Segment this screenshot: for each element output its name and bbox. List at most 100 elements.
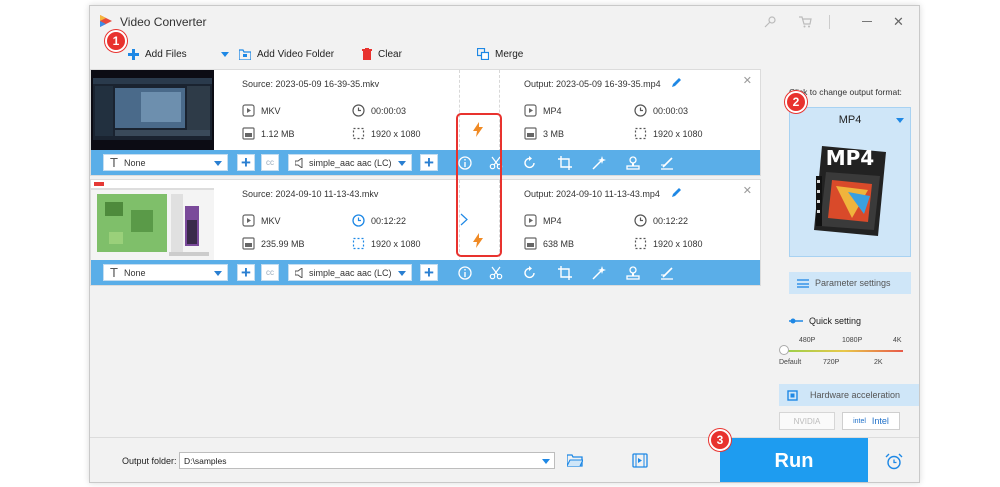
subtitle-select[interactable]: T None xyxy=(103,264,228,281)
source-format: MKV xyxy=(242,104,281,117)
remove-file-button[interactable]: ✕ xyxy=(743,184,752,197)
plus-icon: + xyxy=(241,263,251,282)
add-files-button[interactable]: Add Files xyxy=(128,47,187,61)
file-size-icon xyxy=(524,237,537,250)
subtitle-select[interactable]: T None xyxy=(103,154,228,171)
close-button[interactable]: ✕ xyxy=(893,14,904,30)
hardware-acceleration-button[interactable]: Hardware acceleration xyxy=(779,384,919,406)
clear-label: Clear xyxy=(378,48,402,60)
change-format-hint: Click to change output format: xyxy=(789,87,902,97)
output-duration: 00:00:03 xyxy=(634,104,688,117)
source-size: 1.12 MB xyxy=(242,127,295,140)
output-resolution-value: 1920 x 1080 xyxy=(653,238,703,249)
parameter-settings-button[interactable]: Parameter settings xyxy=(789,272,911,294)
subtitle-value: None xyxy=(123,157,146,168)
watermark-stamp-icon[interactable] xyxy=(626,266,640,280)
hardware-acceleration-label: Hardware acceleration xyxy=(810,390,901,400)
step-badge: 1 xyxy=(105,30,127,52)
app-window: Video Converter ✕ Add Files Add Video Fo… xyxy=(89,5,920,483)
file-size-icon xyxy=(242,127,255,140)
crop-icon[interactable] xyxy=(558,266,572,280)
source-duration: 00:00:03 xyxy=(352,104,406,117)
quality-slider-handle[interactable] xyxy=(779,345,789,355)
nvidia-option[interactable]: NVIDIA xyxy=(779,412,835,430)
watermark-stamp-icon[interactable] xyxy=(626,156,640,170)
video-thumbnail[interactable] xyxy=(91,70,214,150)
clear-button[interactable]: Clear xyxy=(362,47,402,61)
chevron-down-icon xyxy=(214,161,222,166)
source-format: MKV xyxy=(242,214,281,227)
plus-icon: + xyxy=(424,153,434,172)
add-subtitle-button[interactable]: + xyxy=(237,264,255,281)
add-subtitle-button[interactable]: + xyxy=(237,154,255,171)
output-folder-label: Output folder: xyxy=(122,456,177,466)
quick-setting-header: Quick setting xyxy=(789,316,861,326)
rotate-icon[interactable] xyxy=(523,156,537,170)
merge-icon xyxy=(477,48,489,60)
output-folder-field[interactable]: D:\samples xyxy=(179,452,555,469)
open-folder-icon[interactable] xyxy=(567,454,583,467)
minimize-button[interactable] xyxy=(862,21,872,22)
merge-button[interactable]: Merge xyxy=(477,47,523,61)
source-duration-value: 00:00:03 xyxy=(371,105,407,116)
add-audio-button[interactable]: + xyxy=(420,154,438,171)
chevron-down-icon xyxy=(542,459,550,464)
trash-icon xyxy=(362,48,372,60)
title-bar: Video Converter ✕ xyxy=(90,6,919,38)
remove-file-button[interactable]: ✕ xyxy=(743,74,752,87)
audio-track-select[interactable]: simple_aac aac (LC) xyxy=(288,154,412,171)
effects-wand-icon[interactable] xyxy=(592,156,606,170)
add-audio-button[interactable]: + xyxy=(420,264,438,281)
quality-label-top: 4K xyxy=(893,337,902,344)
edit-pencil-icon[interactable] xyxy=(671,77,682,88)
add-video-folder-button[interactable]: Add Video Folder xyxy=(239,47,334,61)
step-badge: 3 xyxy=(709,429,731,451)
rotate-icon[interactable] xyxy=(523,266,537,280)
step-badge: 2 xyxy=(785,91,807,113)
quality-label-bottom: Default xyxy=(779,359,802,366)
slider-icon xyxy=(789,318,803,324)
audio-track-value: simple_aac aac (LC) xyxy=(309,267,392,278)
output-resolution-value: 1920 x 1080 xyxy=(653,128,703,139)
highlight-frame xyxy=(456,113,502,257)
toolbar: Add Files Add Video Folder Clear Merge xyxy=(90,38,919,69)
plus-icon: + xyxy=(424,263,434,282)
add-files-dropdown-icon[interactable] xyxy=(221,52,229,57)
speaker-icon xyxy=(295,267,303,278)
intel-label: Intel xyxy=(871,416,889,426)
chevron-down-icon xyxy=(398,271,406,276)
effects-wand-icon[interactable] xyxy=(592,266,606,280)
file-row[interactable]: Source: 2024-09-10 11-13-43.mkv MKV 00:1… xyxy=(90,179,761,286)
output-resolution: 1920 x 1080 xyxy=(634,127,703,140)
clock-icon xyxy=(634,104,647,117)
file-tools-bar: T None + cc simple_aac aac (LC) + xyxy=(91,150,760,175)
cc-icon: cc xyxy=(266,157,274,167)
video-thumbnail[interactable] xyxy=(91,180,214,260)
source-resolution: 1920 x 1080 xyxy=(352,237,421,250)
window-title: Video Converter xyxy=(120,15,207,29)
video-player-icon[interactable] xyxy=(632,453,648,468)
quality-slider[interactable]: 480P 1080P 4K Default 720P 2K xyxy=(779,337,919,377)
thumbnail-image xyxy=(91,180,214,260)
file-row[interactable]: Source: 2023-05-09 16-39-35.mkv MKV 00:0… xyxy=(90,69,761,176)
cart-icon[interactable] xyxy=(799,16,812,28)
edit-pencil-icon[interactable] xyxy=(671,187,682,198)
key-icon[interactable] xyxy=(764,16,776,28)
cc-button[interactable]: cc xyxy=(261,154,279,171)
intel-option[interactable]: intel Intel xyxy=(842,412,900,430)
cc-button[interactable]: cc xyxy=(261,264,279,281)
crop-icon[interactable] xyxy=(558,156,572,170)
subtitle-edit-icon[interactable] xyxy=(660,266,674,280)
chevron-down-icon xyxy=(214,271,222,276)
alarm-clock-icon[interactable] xyxy=(885,453,903,470)
add-video-folder-label: Add Video Folder xyxy=(257,48,335,60)
output-format-selector[interactable]: MP4 MP4 xyxy=(789,107,911,257)
info-icon[interactable] xyxy=(458,266,472,280)
scissors-icon[interactable] xyxy=(489,266,503,280)
file-size-icon xyxy=(242,237,255,250)
subtitle-edit-icon[interactable] xyxy=(660,156,674,170)
run-button[interactable]: Run xyxy=(720,438,868,482)
audio-track-select[interactable]: simple_aac aac (LC) xyxy=(288,264,412,281)
output-filename: Output: 2023-05-09 16-39-35.mp4 xyxy=(524,79,661,89)
source-duration-value: 00:12:22 xyxy=(371,215,407,226)
